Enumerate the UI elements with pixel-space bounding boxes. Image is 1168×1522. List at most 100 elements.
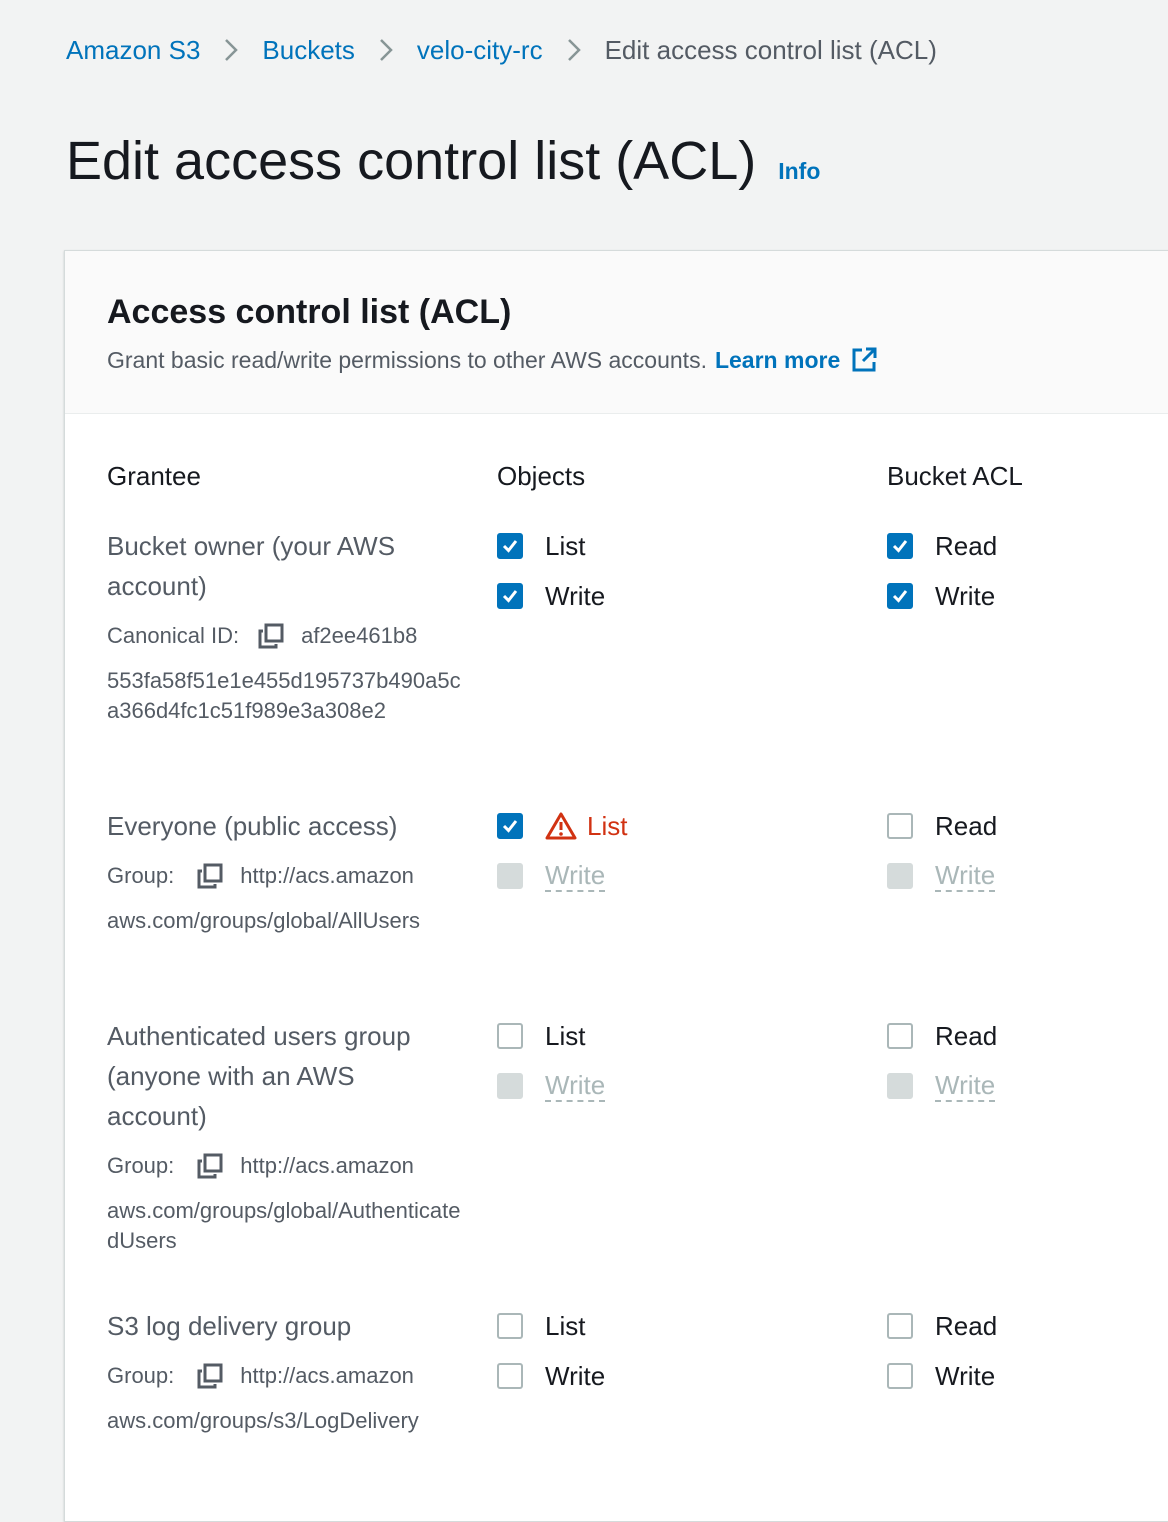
- checkbox-label: Write: [545, 580, 606, 611]
- checkbox-checked[interactable]: [497, 533, 523, 559]
- grantee-id-value: af2ee461b8: [301, 623, 418, 648]
- bucket-acl-read-checkbox[interactable]: Read: [887, 1016, 997, 1056]
- panel-header: Access control list (ACL) Grant basic re…: [65, 251, 1168, 414]
- checkbox-disabled: [497, 863, 523, 889]
- checkbox-unchecked[interactable]: [887, 1313, 913, 1339]
- copy-icon[interactable]: [196, 1152, 224, 1180]
- checkbox-label: Write: [545, 1360, 606, 1391]
- checkbox-disabled: [887, 863, 913, 889]
- checkbox-unchecked[interactable]: [887, 1023, 913, 1049]
- chevron-right-icon: [567, 38, 581, 62]
- grantee-id-continued: aws.com/groups/global/AllUsers: [107, 908, 421, 933]
- chevron-right-icon: [224, 38, 239, 62]
- bucket-acl-read-checkbox[interactable]: Read: [887, 1306, 997, 1346]
- bucket-acl-read-checkbox[interactable]: Read: [887, 806, 997, 846]
- grantee-id-line: Group: http://acs.amazon: [107, 1149, 414, 1183]
- checkbox-label: List: [545, 530, 586, 561]
- checkbox-label: Write: [545, 1070, 606, 1102]
- objects-list-checkbox[interactable]: List: [497, 1016, 605, 1056]
- panel-description-text: Grant basic read/write permissions to ot…: [107, 347, 707, 373]
- checkbox-label: Read: [935, 810, 998, 841]
- checkbox-unchecked[interactable]: [497, 1023, 523, 1049]
- objects-write-checkbox: Write: [497, 1066, 606, 1106]
- objects-list-checkbox[interactable]: List: [497, 806, 627, 846]
- bucket-acl-permissions: Read Write: [887, 1016, 997, 1106]
- bucket-acl-write-checkbox: Write: [887, 856, 997, 896]
- objects-write-checkbox: Write: [497, 856, 627, 896]
- panel-description: Grant basic read/write permissions to ot…: [107, 345, 878, 375]
- objects-list-checkbox[interactable]: List: [497, 1306, 605, 1346]
- grantee-id-value: http://acs.amazon: [240, 1153, 414, 1178]
- checkbox-label: Write: [935, 1360, 996, 1391]
- checkbox-label: Write: [935, 860, 996, 892]
- acl-panel: Access control list (ACL) Grant basic re…: [64, 250, 1168, 1522]
- column-header-objects: Objects: [497, 461, 586, 491]
- checkbox-checked[interactable]: [887, 533, 913, 559]
- bucket-acl-write-checkbox[interactable]: Write: [887, 1356, 997, 1396]
- checkbox-label: List: [545, 1310, 586, 1341]
- bucket-acl-permissions: Read Write: [887, 526, 997, 616]
- checkbox-unchecked[interactable]: [887, 1363, 913, 1389]
- panel-title: Access control list (ACL): [107, 293, 512, 331]
- column-header-bucket-acl: Bucket ACL: [887, 461, 1023, 491]
- grantee-id-label: Group:: [107, 1153, 175, 1178]
- grantee-id-label: Canonical ID:: [107, 623, 240, 648]
- checkbox-label: Read: [935, 1020, 998, 1051]
- grantee-id-continued: aws.com/groups/s3/LogDelivery: [107, 1408, 419, 1433]
- checkbox-unchecked[interactable]: [497, 1313, 523, 1339]
- objects-write-checkbox[interactable]: Write: [497, 576, 605, 616]
- grantee-id-value: http://acs.amazon: [240, 863, 414, 888]
- checkbox-label: Write: [935, 580, 996, 611]
- grantee-name: Authenticated users group (anyone with a…: [107, 1021, 411, 1131]
- checkbox-label: Read: [935, 1310, 998, 1341]
- checkbox-disabled: [887, 1073, 913, 1099]
- bucket-acl-write-checkbox: Write: [887, 1066, 997, 1106]
- objects-permissions: List Write: [497, 1016, 606, 1106]
- grantee-name: Everyone (public access): [107, 811, 398, 841]
- checkbox-disabled: [497, 1073, 523, 1099]
- grantee-id-continued: 553fa58f51e1e455d195737b490a5ca366d4fc1c…: [107, 668, 461, 723]
- column-header-grantee: Grantee: [107, 461, 201, 491]
- grantee-id-line: Canonical ID: af2ee461b8: [107, 619, 417, 653]
- checkbox-checked[interactable]: [497, 813, 523, 839]
- bucket-acl-permissions: Read Write: [887, 806, 997, 896]
- grantee-id-line: Group: http://acs.amazon: [107, 1359, 414, 1393]
- grantee-id-continued: aws.com/groups/global/AuthenticatedUsers: [107, 1198, 461, 1253]
- external-link-icon[interactable]: [850, 346, 878, 374]
- checkbox-label: Write: [545, 860, 606, 892]
- grantee-id-label: Group:: [107, 863, 175, 888]
- bucket-acl-permissions: Read Write: [887, 1306, 997, 1396]
- checkbox-checked[interactable]: [497, 583, 523, 609]
- checkbox-label: List: [545, 1020, 586, 1051]
- copy-icon[interactable]: [196, 1362, 224, 1390]
- breadcrumb-current: Edit access control list (ACL): [604, 35, 937, 65]
- breadcrumb-amazon-s3[interactable]: Amazon S3: [66, 30, 200, 70]
- objects-write-checkbox[interactable]: Write: [497, 1356, 605, 1396]
- copy-icon[interactable]: [196, 862, 224, 890]
- objects-permissions: List Write: [497, 806, 627, 896]
- grantee-name: Bucket owner (your AWS account): [107, 531, 396, 601]
- objects-permissions: List Write: [497, 526, 605, 616]
- breadcrumb: Amazon S3 Buckets velo-city-rc Edit acce…: [66, 30, 937, 70]
- objects-list-checkbox[interactable]: List: [497, 526, 605, 566]
- checkbox-unchecked[interactable]: [497, 1363, 523, 1389]
- grantee-id-line: Group: http://acs.amazon: [107, 859, 414, 893]
- bucket-acl-read-checkbox[interactable]: Read: [887, 526, 997, 566]
- grantee-id-label: Group:: [107, 1363, 175, 1388]
- checkbox-label: Write: [935, 1070, 996, 1102]
- bucket-acl-write-checkbox[interactable]: Write: [887, 576, 997, 616]
- breadcrumb-bucket-name[interactable]: velo-city-rc: [417, 30, 543, 70]
- info-link[interactable]: Info: [778, 158, 820, 185]
- objects-permissions: List Write: [497, 1306, 605, 1396]
- breadcrumb-buckets[interactable]: Buckets: [262, 30, 355, 70]
- grantee-name: S3 log delivery group: [107, 1311, 352, 1341]
- checkbox-label: List: [587, 810, 628, 841]
- checkbox-checked[interactable]: [887, 583, 913, 609]
- learn-more-link[interactable]: Learn more: [715, 345, 840, 375]
- checkbox-label: Read: [935, 530, 998, 561]
- grantee-id-value: http://acs.amazon: [240, 1363, 414, 1388]
- page-header: Edit access control list (ACL) Info: [66, 128, 820, 194]
- copy-icon[interactable]: [257, 622, 285, 650]
- checkbox-unchecked[interactable]: [887, 813, 913, 839]
- page-title: Edit access control list (ACL): [66, 131, 757, 191]
